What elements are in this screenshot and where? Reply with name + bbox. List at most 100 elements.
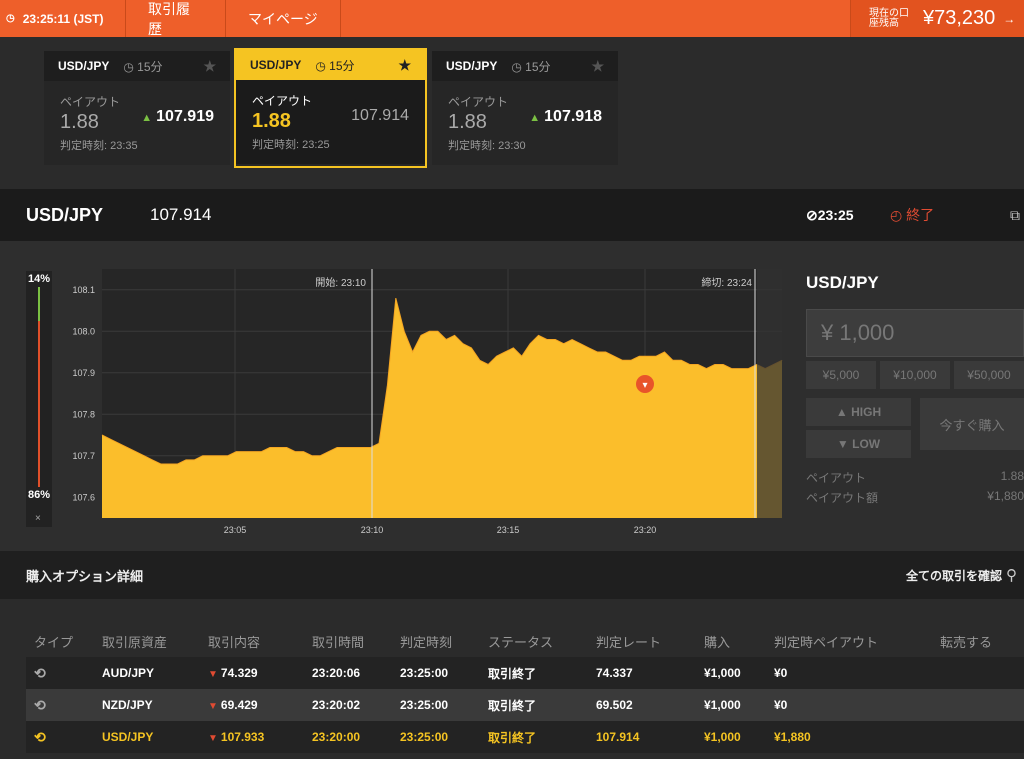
star-icon[interactable]: ★	[398, 57, 411, 74]
card-pair: USD/JPY	[446, 59, 498, 73]
buy-now-button[interactable]: 今すぐ購入	[920, 398, 1024, 450]
payout-amount-label: ペイアウト額	[806, 491, 879, 505]
pair-symbol: USD/JPY	[26, 204, 104, 225]
card-duration: ◷ 15分	[315, 58, 355, 73]
chart-area: 14% 86% × 開始: 23:10 締切: 23:24 108.1 108.0…	[0, 241, 1024, 551]
card-payout-label: ペイアウト	[448, 95, 509, 109]
card-rate: 107.914	[351, 107, 409, 124]
card-judge-time: 判定時刻: 23:35	[60, 140, 138, 152]
y-tick-label: 107.7	[72, 451, 95, 461]
chart-deadline-zone	[757, 269, 782, 518]
asset-card[interactable]: USD/JPY ◷ 15分 ★ ペイアウト 1.88 ▲ 107.919 判定時刻: …	[44, 51, 230, 165]
col-payout: 判定時ペイアウト	[766, 625, 932, 657]
high-button[interactable]: ▲ HIGH	[806, 398, 911, 426]
cell-asset: AUD/JPY	[94, 657, 200, 689]
low-button[interactable]: ▼ LOW	[806, 430, 911, 458]
ratio-high: 14%	[28, 273, 51, 285]
nav-trade-history[interactable]: 取引履歴	[126, 0, 226, 37]
nav-mypage[interactable]: マイページ	[226, 0, 341, 37]
cell-content: ▼ 69.429	[200, 689, 304, 721]
col-resell: 転売する	[932, 625, 1024, 657]
nav-mypage-label: マイページ	[248, 10, 318, 27]
payout-label: ペイアウト	[806, 471, 867, 485]
cell-judge-rate: 107.914	[588, 721, 696, 753]
card-pair: USD/JPY	[58, 59, 110, 73]
col-type: タイプ	[26, 625, 94, 657]
up-arrow-icon: ▲	[529, 112, 541, 124]
quick-amount-button[interactable]: ¥10,000	[880, 361, 950, 389]
close-icon[interactable]: ×	[35, 513, 41, 524]
card-duration-label: 15分	[329, 58, 355, 73]
cell-asset: USD/JPY	[94, 721, 200, 753]
quick-amount-button[interactable]: ¥50,000	[954, 361, 1024, 389]
payout-row: ペイアウト 1.88	[806, 469, 1024, 486]
asset-cards: USD/JPY ◷ 15分 ★ ペイアウト 1.88 ▲ 107.919 判定時刻: …	[0, 37, 1024, 189]
pair-bar: USD/JPY 107.914 ⊘23:25 ◴ 終了 ⧉	[0, 189, 1024, 241]
cell-judge-time: 23:25:00	[392, 657, 480, 689]
type-icon: ⟲	[26, 657, 94, 689]
col-trade-time: 取引時間	[304, 625, 392, 657]
cell-judge-rate: 74.337	[588, 657, 696, 689]
up-arrow-icon: ▲	[141, 112, 153, 124]
cell-content: ▼ 107.933	[200, 721, 304, 753]
col-judge-rate: 判定レート	[588, 625, 696, 657]
cell-resell	[932, 721, 1024, 753]
y-tick-label: 107.9	[72, 368, 95, 378]
down-arrow-icon: ▼	[208, 733, 218, 744]
section-title: 購入オプション詳細	[26, 568, 144, 584]
expand-icon[interactable]: ⧉	[1010, 207, 1020, 224]
y-tick-label: 108.0	[72, 326, 95, 336]
card-duration: ◷ 15分	[511, 59, 551, 74]
low-label: LOW	[852, 437, 881, 451]
cell-content-value: 69.429	[220, 698, 258, 712]
cell-trade-time: 23:20:00	[304, 721, 392, 753]
card-judge-time: 判定時刻: 23:25	[252, 139, 330, 151]
card-duration-label: 15分	[525, 59, 551, 74]
table-row[interactable]: ⟲ USD/JPY ▼ 107.933 23:20:00 23:25:00 取引終…	[26, 721, 1024, 753]
card-payout: 1.88	[448, 111, 487, 133]
asset-card[interactable]: USD/JPY ◷ 15分 ★ ペイアウト 1.88 ▲ 107.918 判定時刻: …	[432, 51, 618, 165]
view-all-trades-link[interactable]: 全ての取引を確認	[906, 567, 1002, 584]
col-status: ステータス	[480, 625, 588, 657]
options-section-header: 購入オプション詳細 全ての取引を確認 ⚲	[0, 551, 1024, 599]
cell-payout: ¥1,880	[766, 721, 932, 753]
cell-trade-time: 23:20:02	[304, 689, 392, 721]
x-tick-label: 23:20	[634, 525, 657, 535]
cell-trade-time: 23:20:06	[304, 657, 392, 689]
cell-status: 取引終了	[480, 721, 588, 753]
cell-content-value: 107.933	[220, 730, 265, 744]
ratio-bar: 14% 86% ×	[26, 271, 52, 527]
y-tick-label: 107.8	[72, 409, 95, 419]
account-balance[interactable]: 現在の口座残高 ¥73,230 →	[850, 0, 1024, 37]
card-duration-label: 15分	[137, 59, 163, 74]
card-duration: ◷ 15分	[123, 59, 163, 74]
card-payout: 1.88	[252, 110, 291, 132]
x-tick-label: 23:10	[361, 525, 384, 535]
search-icon[interactable]: ⚲	[1006, 566, 1017, 584]
card-rate: ▲ 107.919	[141, 108, 214, 126]
cell-content: ▼ 74.329	[200, 657, 304, 689]
cell-judge-rate: 69.502	[588, 689, 696, 721]
cell-payout: ¥0	[766, 657, 932, 689]
quick-amount-button[interactable]: ¥5,000	[806, 361, 876, 389]
star-icon[interactable]: ★	[203, 58, 216, 75]
status-ended: ◴ 終了	[890, 205, 934, 225]
table-row[interactable]: ⟲ AUD/JPY ▼ 74.329 23:20:06 23:25:00 取引終了…	[26, 657, 1024, 689]
chart-x-ticks: 23:05 23:10 23:15 23:20	[224, 525, 657, 535]
card-rate: ▲ 107.918	[529, 108, 602, 126]
nav-trade-history-label: 取引履歴	[148, 0, 190, 37]
col-judge-time: 判定時刻	[392, 625, 480, 657]
amount-input[interactable]: ¥ 1,000	[806, 309, 1024, 357]
pair-price: 107.914	[150, 205, 212, 224]
chart-start-label: 開始: 23:10	[315, 276, 366, 289]
status-ended-label: 終了	[906, 207, 935, 223]
cell-purchase: ¥1,000	[696, 657, 766, 689]
card-payout-label: ペイアウト	[252, 94, 313, 108]
balance-label: 現在の口座残高	[869, 7, 909, 29]
asset-card-selected[interactable]: USD/JPY ◷ 15分 ★ ペイアウト 1.88 107.914 判定時刻: 2…	[234, 48, 427, 168]
payout-amount-row: ペイアウト額 ¥1,880	[806, 489, 1024, 506]
star-icon[interactable]: ★	[591, 58, 604, 75]
table-row[interactable]: ⟲ NZD/JPY ▼ 69.429 23:20:02 23:25:00 取引終了…	[26, 689, 1024, 721]
expiry-time: ⊘23:25	[806, 207, 854, 224]
cell-resell	[932, 689, 1024, 721]
